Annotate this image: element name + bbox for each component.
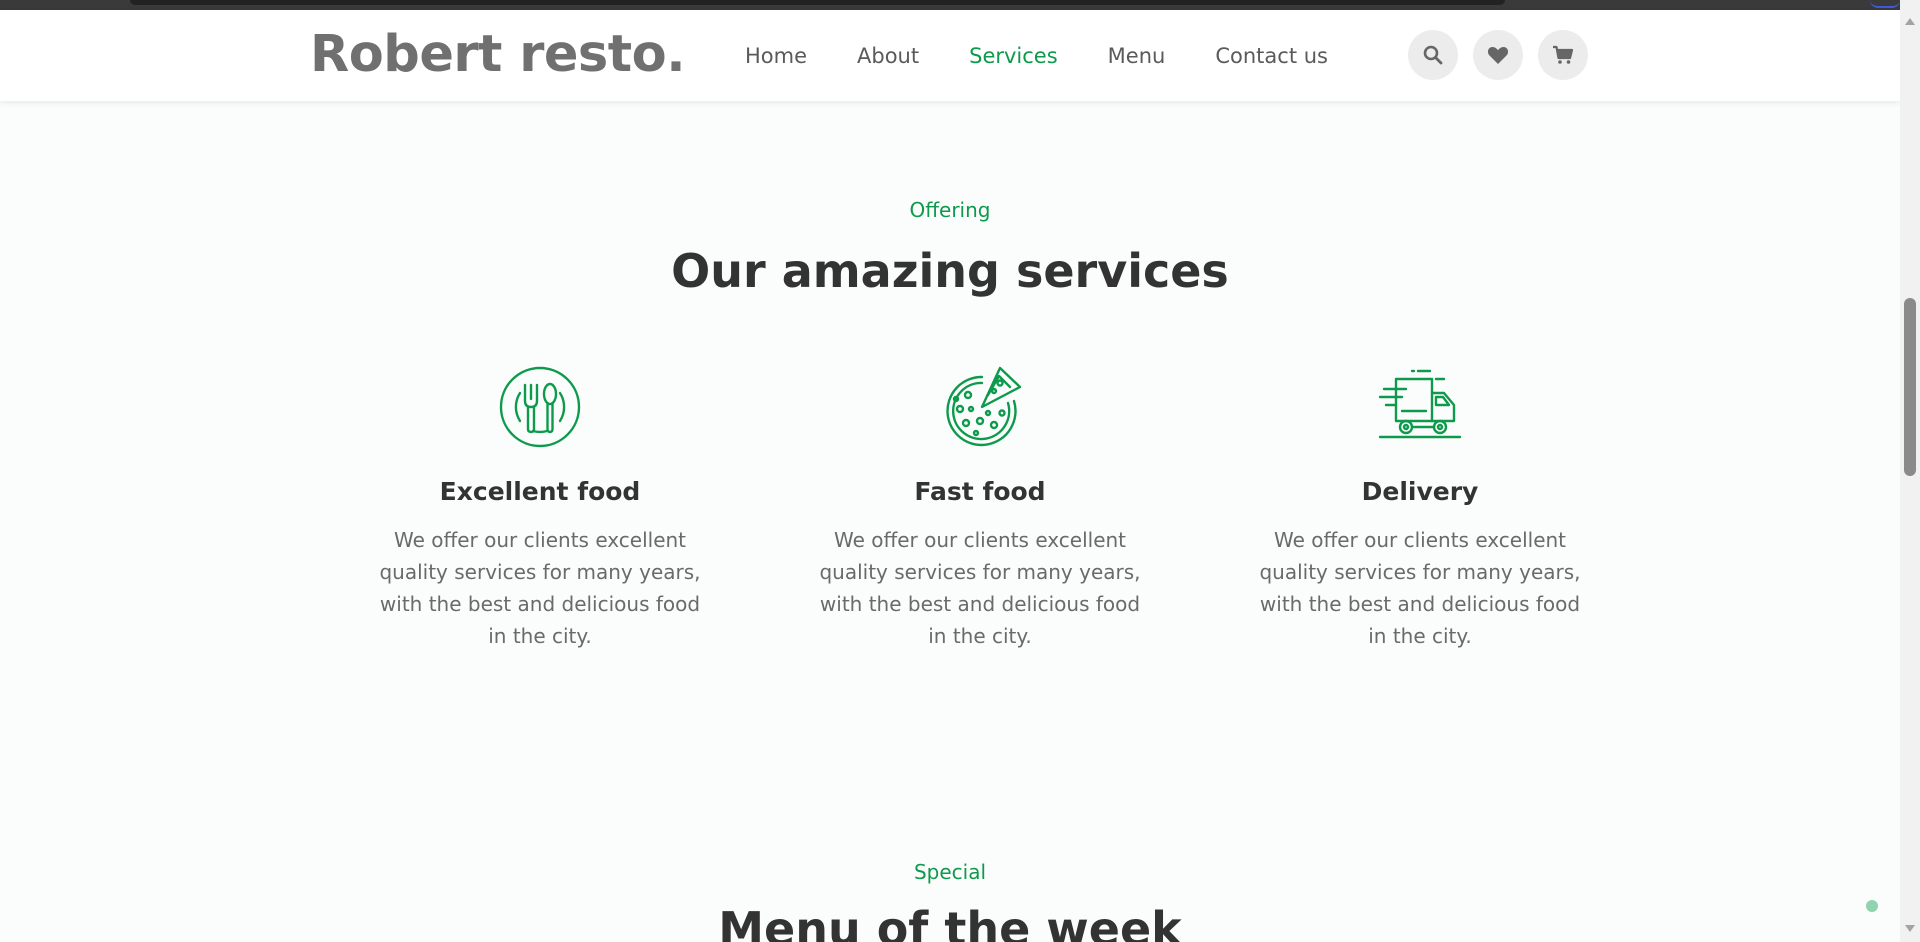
wishlist-button[interactable] [1473,30,1523,80]
search-button[interactable] [1408,30,1458,80]
browser-tab-bar [130,0,1505,5]
service-card: Fast food We offer our clients excellent… [810,365,1150,652]
scrollbar-thumb[interactable] [1904,298,1916,476]
nav-item-about[interactable]: About [857,44,919,68]
service-title: Fast food [914,477,1046,506]
service-text: We offer our clients excellent quality s… [819,528,1141,648]
pizza-icon [946,366,1022,447]
service-title: Excellent food [439,477,641,506]
page-scrollbar[interactable] [1900,0,1920,942]
heart-icon [1487,47,1509,64]
search-icon [1423,45,1443,65]
nav-item-menu[interactable]: Menu [1108,44,1166,68]
scroll-down-icon[interactable] [1905,925,1915,932]
cart-icon [1553,45,1574,64]
plate-cutlery-icon [499,366,581,448]
nav-item-services[interactable]: Services [969,44,1058,68]
service-text: We offer our clients excellent quality s… [1259,528,1581,648]
service-card: Excellent food We offer our clients exce… [370,365,710,652]
service-text: We offer our clients excellent quality s… [379,528,701,648]
browser-top-strip [0,0,1920,10]
scroll-indicator-dot[interactable] [1866,900,1878,912]
main-nav: Home About Services Menu Contact us [745,44,1378,68]
services-list: Excellent food We offer our clients exce… [370,365,1590,652]
cart-button[interactable] [1538,30,1588,80]
service-card: Delivery We offer our clients excellent … [1250,365,1590,652]
special-title: Menu of the week [718,902,1182,942]
service-title: Delivery [1361,477,1479,506]
corner-indicator-icon [1870,0,1900,8]
services-title: Our amazing services [671,244,1229,298]
nav-item-home[interactable]: Home [745,44,807,68]
scroll-up-icon[interactable] [1905,18,1915,25]
services-eyebrow: Offering [909,198,991,222]
nav-item-contact[interactable]: Contact us [1215,44,1328,68]
header-actions [1408,30,1588,80]
special-eyebrow: Special [913,860,987,884]
site-logo[interactable]: Robert resto. [310,25,686,84]
delivery-truck-icon [1378,369,1462,439]
site-header: Robert resto. Home About Services Menu C… [0,10,1900,101]
